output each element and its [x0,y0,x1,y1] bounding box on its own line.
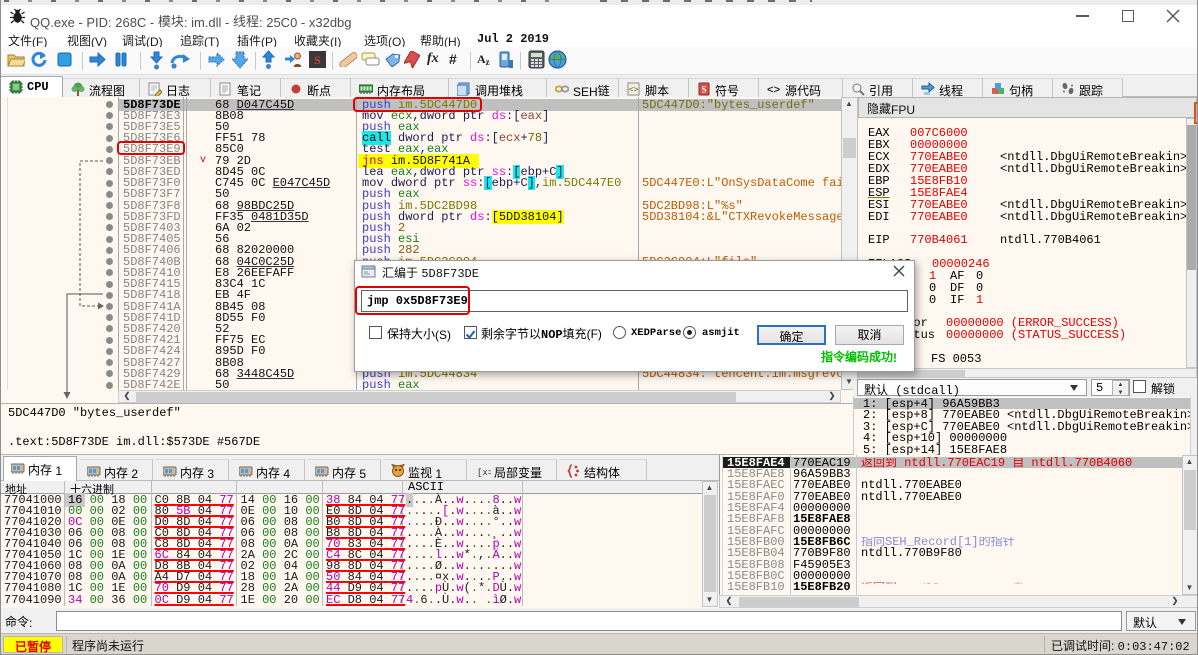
svg-text:[x=]: [x=] [477,468,491,478]
svg-text:S: S [701,85,706,95]
svg-text:<>: <> [767,85,781,96]
svg-text:S: S [314,53,321,67]
svg-text:<>: <> [629,86,639,95]
